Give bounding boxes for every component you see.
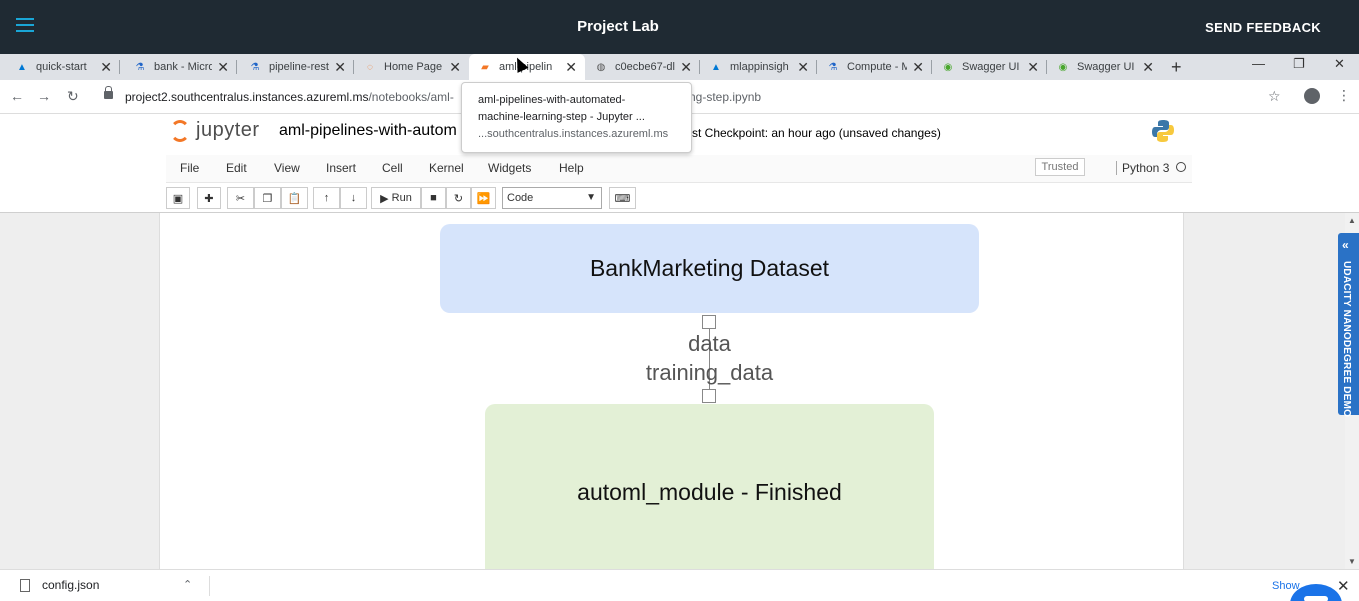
menu-cell[interactable]: Cell xyxy=(382,161,403,175)
close-tab-icon[interactable]: ✕ xyxy=(912,59,924,76)
url-field[interactable]: project2.southcentralus.instances.azurem… xyxy=(125,90,454,104)
insert-cell-icon[interactable]: ✚ xyxy=(197,187,221,209)
notebook-icon: ▰ xyxy=(481,61,489,73)
close-tab-icon[interactable]: ✕ xyxy=(217,59,229,76)
kernel-name[interactable]: Python 3 xyxy=(1116,161,1169,175)
reload-icon[interactable]: ↻ xyxy=(67,88,79,105)
automl-node[interactable]: automl_module - Finished xyxy=(485,404,934,569)
forward-arrow-icon[interactable]: → xyxy=(37,88,51,104)
double-chevron-left-icon: « xyxy=(1342,238,1349,252)
close-tab-icon[interactable]: ✕ xyxy=(100,59,112,76)
menu-insert[interactable]: Insert xyxy=(326,161,356,175)
restart-run-all-icon[interactable]: ⏩ xyxy=(471,187,496,209)
save-icon[interactable]: ▣ xyxy=(166,187,190,209)
jupyter-logo[interactable]: jupyter xyxy=(170,119,260,142)
browser-tab[interactable]: ⚗ pipeline-rest ✕ xyxy=(237,54,354,80)
lock-icon xyxy=(104,86,113,99)
flask-icon: ⚗ xyxy=(250,61,260,73)
browser-menu-icon[interactable]: ⋮ xyxy=(1337,87,1351,104)
udacity-side-panel-tab[interactable]: « UDACITY NANODEGREE DEMO xyxy=(1338,233,1359,417)
chevron-down-icon: ▼ xyxy=(586,192,596,203)
notebook-page: BankMarketing Dataset data training_data… xyxy=(159,213,1184,569)
browser-tab-strip: ▲ quick-start ✕ ⚗ bank - Micro ✕ ⚗ pipel… xyxy=(0,54,1359,80)
browser-tab[interactable]: ⚗ Compute - M ✕ xyxy=(817,54,932,80)
bookmark-star-icon[interactable]: ☆ xyxy=(1268,88,1281,105)
browser-tab[interactable]: ◌ Home Page ✕ xyxy=(354,54,469,80)
swagger-icon: ◉ xyxy=(943,61,953,73)
screen: Project Lab SEND FEEDBACK ▲ quick-start … xyxy=(0,0,1359,601)
project-title: Project Lab xyxy=(577,18,659,35)
browser-tab[interactable]: ◍ c0ecbe67-dl ✕ xyxy=(585,54,700,80)
azure-icon: ▲ xyxy=(17,61,27,73)
close-tab-icon[interactable]: ✕ xyxy=(1027,59,1039,76)
flask-icon: ⚗ xyxy=(828,61,838,73)
close-tab-icon[interactable]: ✕ xyxy=(797,59,809,76)
browser-tab[interactable]: ▲ mlappinsigh ✕ xyxy=(700,54,817,80)
cut-icon[interactable]: ✂ xyxy=(227,187,254,209)
restart-icon[interactable]: ↻ xyxy=(446,187,471,209)
close-tab-icon[interactable]: ✕ xyxy=(449,59,461,76)
browser-tab[interactable]: ⚗ bank - Micro ✕ xyxy=(120,54,237,80)
swagger-icon: ◉ xyxy=(1058,61,1068,73)
globe-icon: ◍ xyxy=(596,61,606,73)
jupyter-icon: ◌ xyxy=(367,61,373,73)
browser-tab[interactable]: ▲ quick-start ✕ xyxy=(0,54,120,80)
output-port[interactable] xyxy=(702,315,716,329)
new-tab-plus-icon[interactable]: + xyxy=(1171,57,1182,78)
close-tab-icon[interactable]: ✕ xyxy=(334,59,346,76)
menu-file[interactable]: File xyxy=(180,161,199,175)
close-tab-icon[interactable]: ✕ xyxy=(1142,59,1154,76)
chevron-up-icon[interactable]: ⌃ xyxy=(183,578,192,591)
minimize-window-icon[interactable]: — xyxy=(1252,56,1265,71)
back-arrow-icon[interactable]: ← xyxy=(10,88,24,104)
project-bar: Project Lab SEND FEEDBACK xyxy=(0,0,1359,54)
kernel-idle-icon xyxy=(1176,162,1186,172)
checkpoint-status: st Checkpoint: an hour ago (unsaved chan… xyxy=(692,126,941,140)
azure-icon: ▲ xyxy=(711,61,721,73)
close-window-icon[interactable]: ✕ xyxy=(1334,56,1345,72)
dataset-node[interactable]: BankMarketing Dataset xyxy=(440,224,979,313)
download-bar: config.json ⌃ Show ✕ xyxy=(0,569,1359,601)
browser-tab[interactable]: ◉ Swagger UI ✕ xyxy=(932,54,1047,80)
python-logo-icon xyxy=(1152,120,1174,142)
move-down-icon[interactable]: ↓ xyxy=(340,187,367,209)
move-up-icon[interactable]: ↑ xyxy=(313,187,340,209)
copy-icon[interactable]: ❐ xyxy=(254,187,281,209)
close-tab-icon[interactable]: ✕ xyxy=(565,59,577,76)
menu-widgets[interactable]: Widgets xyxy=(488,161,531,175)
interrupt-icon[interactable]: ■ xyxy=(421,187,446,209)
scroll-down-icon[interactable]: ▼ xyxy=(1348,557,1356,566)
restore-window-icon[interactable]: ❐ xyxy=(1293,56,1305,72)
edge-label-data: data xyxy=(688,331,731,356)
notebook-name[interactable]: aml-pipelines-with-autom xyxy=(279,122,461,140)
jupyter-logo-icon xyxy=(170,119,190,142)
menu-edit[interactable]: Edit xyxy=(226,161,247,175)
send-feedback-button[interactable]: SEND FEEDBACK xyxy=(1205,20,1321,35)
tab-tooltip: aml-pipelines-with-automated- machine-le… xyxy=(461,82,692,153)
file-icon xyxy=(20,578,30,592)
account-icon[interactable] xyxy=(1304,88,1320,104)
download-item[interactable]: config.json xyxy=(20,578,99,592)
edge-label-training-data: training_data xyxy=(645,360,774,385)
url-tail: ng-step.ipynb xyxy=(689,90,762,104)
run-button[interactable]: ▶ Run xyxy=(371,187,421,209)
close-download-bar-icon[interactable]: ✕ xyxy=(1337,577,1350,595)
close-tab-icon[interactable]: ✕ xyxy=(680,59,692,76)
browser-tab[interactable]: ◉ Swagger UI ✕ xyxy=(1047,54,1162,80)
menu-help[interactable]: Help xyxy=(559,161,584,175)
flask-icon: ⚗ xyxy=(135,61,145,73)
notebook-area: BankMarketing Dataset data training_data… xyxy=(0,213,1359,569)
trusted-badge[interactable]: Trusted xyxy=(1035,158,1085,176)
menu-kernel[interactable]: Kernel xyxy=(429,161,464,175)
input-port[interactable] xyxy=(702,389,716,403)
scroll-up-icon[interactable]: ▲ xyxy=(1348,216,1356,225)
menu-view[interactable]: View xyxy=(274,161,300,175)
keyboard-icon[interactable]: ⌨ xyxy=(609,187,636,209)
cell-type-select[interactable]: Code ▼ xyxy=(502,187,602,209)
paste-icon[interactable]: 📋 xyxy=(281,187,308,209)
